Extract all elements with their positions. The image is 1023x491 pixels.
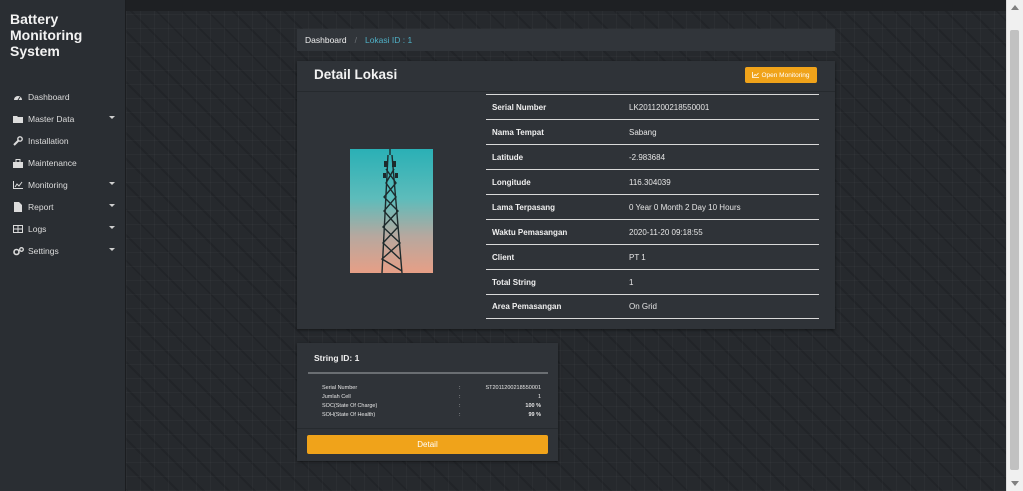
row-value: On Grid: [629, 302, 658, 311]
chevron-down-icon: [109, 248, 115, 251]
sidebar-item-label: Installation: [28, 136, 69, 146]
row-value: 0 Year 0 Month 2 Day 10 Hours: [629, 202, 741, 212]
table-row: Lama Terpasang 0 Year 0 Month 2 Day 10 H…: [486, 194, 819, 219]
item-key: Jumlah Cell: [322, 393, 351, 400]
wrench-icon: [12, 136, 24, 146]
dashboard-icon: [12, 92, 24, 102]
row-value: LK2011200218550001: [629, 102, 710, 112]
string-info-list: Serial Number : ST2011200218550001 Jumla…: [322, 383, 541, 419]
scroll-down-icon[interactable]: [1011, 481, 1019, 486]
brand-title: Battery Monitoring System: [10, 11, 83, 59]
row-key: Latitude: [492, 152, 524, 162]
sidebar-item-maintenance[interactable]: Maintenance: [0, 152, 125, 174]
sidebar-item-label: Maintenance: [28, 158, 77, 168]
page-title: Detail Lokasi: [314, 67, 398, 82]
row-key: Total String: [492, 277, 536, 287]
table-row: Total String 1: [486, 269, 819, 294]
table-row: Client PT 1: [486, 244, 819, 269]
gears-icon: [12, 246, 24, 256]
item-separator: :: [459, 402, 461, 409]
breadcrumb-home-link[interactable]: Dashboard: [305, 35, 347, 45]
row-value: 2020-11-20 09:18:55: [629, 227, 703, 237]
toolbox-icon: [12, 158, 24, 168]
row-key: Serial Number: [492, 102, 547, 112]
sidebar: Battery Monitoring System Dashboard Mast…: [0, 0, 126, 491]
scrollbar-thumb[interactable]: [1010, 30, 1019, 470]
row-value: PT 1: [629, 252, 646, 262]
divider: [308, 372, 548, 374]
row-key: Area Pemasangan: [492, 302, 562, 311]
row-value: Sabang: [629, 127, 657, 137]
chevron-down-icon: [109, 116, 115, 119]
row-key: Client: [492, 252, 515, 262]
row-key: Lama Terpasang: [492, 202, 555, 212]
item-key: Serial Number: [322, 384, 358, 391]
sidebar-item-label: Dashboard: [28, 92, 70, 102]
panel-header: Detail Lokasi Open Monitoring: [297, 61, 835, 92]
sidebar-item-settings[interactable]: Settings: [0, 240, 125, 262]
item-key: SOC(State Of Charge): [322, 402, 378, 409]
page-scrollbar[interactable]: [1006, 0, 1023, 491]
sidebar-item-logs[interactable]: Logs: [0, 218, 125, 240]
breadcrumb: Dashboard / Lokasi ID : 1: [297, 29, 835, 51]
divider: [297, 428, 558, 429]
file-icon: [12, 202, 24, 212]
sidebar-nav: Dashboard Master Data Installation Maint…: [0, 86, 125, 262]
row-value: 116.304039: [629, 177, 671, 187]
sidebar-item-label: Master Data: [28, 114, 75, 124]
breadcrumb-separator: /: [354, 35, 357, 45]
detail-button[interactable]: Detail: [307, 435, 548, 454]
table-row: Waktu Pemasangan 2020-11-20 09:18:55: [486, 219, 819, 244]
table-row: Longitude 116.304039: [486, 169, 819, 194]
row-key: Nama Tempat: [492, 127, 544, 137]
item-value: 100 %: [525, 402, 541, 409]
row-key: Longitude: [492, 177, 531, 187]
item-separator: :: [459, 384, 461, 391]
chevron-down-icon: [109, 226, 115, 229]
sidebar-item-master-data[interactable]: Master Data: [0, 108, 125, 130]
sidebar-item-dashboard[interactable]: Dashboard: [0, 86, 125, 108]
detail-lokasi-panel: Detail Lokasi Open Monitoring Serial Num…: [297, 61, 835, 329]
top-bar: [126, 0, 1007, 11]
table-icon: [12, 224, 24, 234]
open-monitoring-button[interactable]: Open Monitoring: [745, 67, 817, 83]
list-item: Serial Number : ST2011200218550001: [322, 383, 541, 392]
sidebar-item-label: Report: [28, 202, 54, 212]
sidebar-item-report[interactable]: Report: [0, 196, 125, 218]
chart-icon: [12, 180, 24, 190]
location-tower-image: [350, 149, 433, 273]
table-row: Serial Number LK2011200218550001: [486, 94, 819, 119]
list-item: SOH(State Of Health) : 99 %: [322, 410, 541, 419]
sidebar-item-installation[interactable]: Installation: [0, 130, 125, 152]
list-item: Jumlah Cell : 1: [322, 392, 541, 401]
item-value: 99 %: [528, 411, 541, 418]
string-card-title: String ID: 1: [314, 353, 360, 363]
item-value: 1: [537, 393, 541, 400]
sidebar-item-label: Logs: [28, 224, 47, 234]
item-separator: :: [459, 411, 461, 418]
table-row: Nama Tempat Sabang: [486, 119, 819, 144]
table-row: Latitude -2.983684: [486, 144, 819, 169]
chevron-down-icon: [109, 204, 115, 207]
row-key: Waktu Pemasangan: [492, 227, 568, 237]
chevron-down-icon: [109, 182, 115, 185]
item-key: SOH(State Of Health): [322, 411, 376, 418]
table-row: Area Pemasangan On Grid: [486, 294, 819, 319]
chart-icon: [752, 72, 760, 78]
list-item: SOC(State Of Charge) : 100 %: [322, 401, 541, 410]
folder-icon: [12, 114, 24, 124]
open-monitoring-label: Open Monitoring: [761, 71, 810, 79]
scroll-up-icon[interactable]: [1011, 5, 1019, 10]
string-card: String ID: 1 Serial Number : ST201120021…: [297, 343, 558, 461]
breadcrumb-current: Lokasi ID : 1: [364, 35, 413, 45]
row-value: 1: [629, 277, 634, 287]
item-separator: :: [459, 393, 461, 400]
item-value: ST2011200218550001: [485, 384, 541, 391]
location-detail-table: Serial Number LK2011200218550001 Nama Te…: [486, 94, 819, 319]
sidebar-item-label: Settings: [28, 246, 59, 256]
sidebar-item-monitoring[interactable]: Monitoring: [0, 174, 125, 196]
row-value: -2.983684: [629, 152, 666, 162]
sidebar-item-label: Monitoring: [28, 180, 68, 190]
